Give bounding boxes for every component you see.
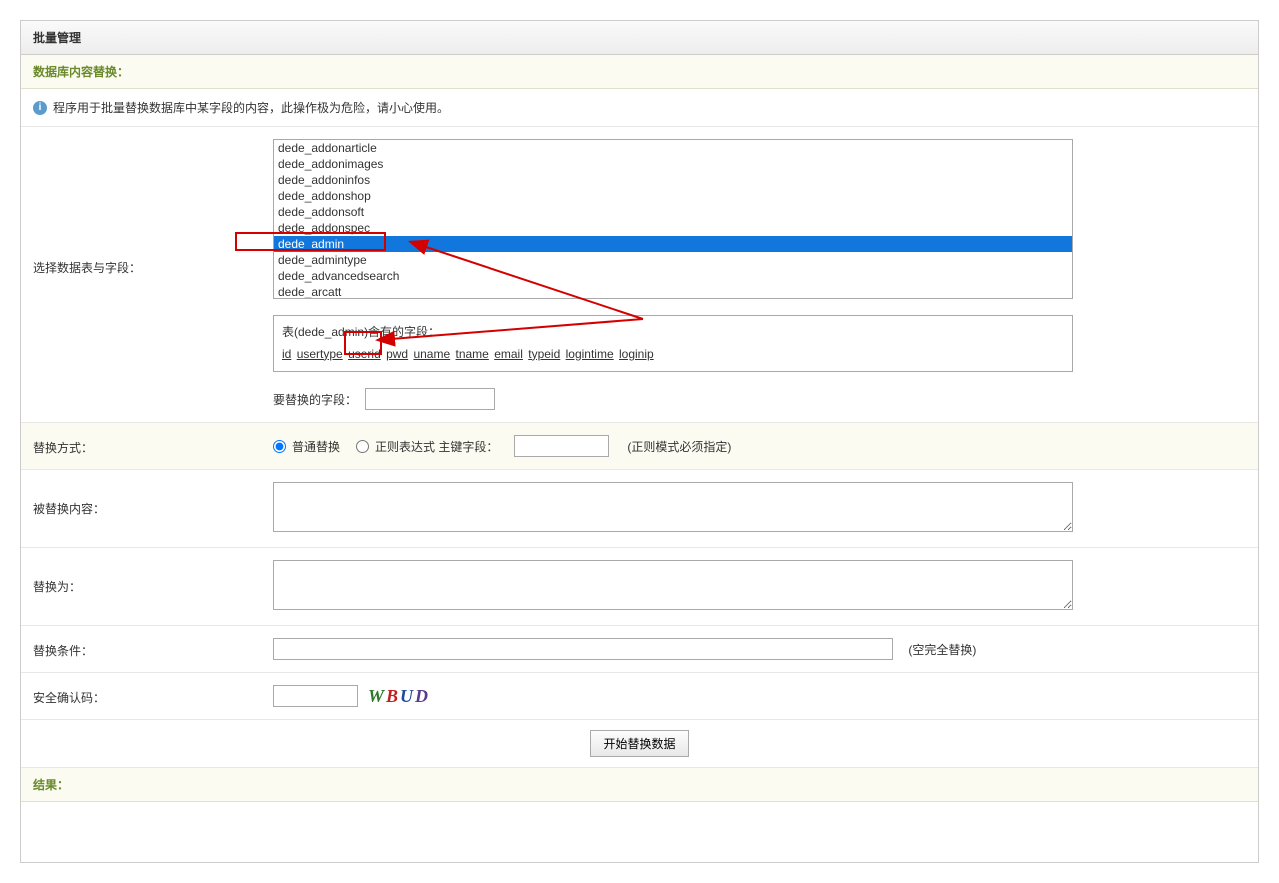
row-submit: 开始替换数据 [21, 720, 1258, 768]
table-option[interactable]: dede_addonspec [274, 220, 1072, 236]
label-replaced-content: 被替换内容： [33, 482, 273, 517]
row-field-to-replace: 要替换的字段： [273, 388, 1246, 410]
col-replaced-content [273, 482, 1246, 535]
table-option[interactable]: dede_addoninfos [274, 172, 1072, 188]
label-select-table: 选择数据表与字段： [33, 139, 273, 276]
field-link[interactable]: logintime [566, 347, 614, 361]
row-captcha: 安全确认码： WBUD [21, 673, 1258, 720]
col-replace-cond: (空完全替换) [273, 638, 1246, 660]
label-replace-cond: 替换条件： [33, 638, 273, 659]
page-title: 批量管理 [21, 21, 1258, 55]
table-option[interactable]: dede_addonarticle [274, 140, 1072, 156]
main-container: 批量管理 数据库内容替换： i 程序用于批量替换数据库中某字段的内容，此操作极为… [20, 20, 1259, 863]
table-option[interactable]: dede_admintype [274, 252, 1072, 268]
note-cond: (空完全替换) [908, 643, 976, 657]
label-captcha: 安全确认码： [33, 685, 273, 706]
table-option[interactable]: dede_addonshop [274, 188, 1072, 204]
radio-normal-replace[interactable] [273, 440, 286, 453]
section-header-replace: 数据库内容替换： [21, 55, 1258, 89]
field-link[interactable]: typeid [528, 347, 560, 361]
table-option[interactable]: dede_addonimages [274, 156, 1072, 172]
info-text: 程序用于批量替换数据库中某字段的内容，此操作极为危险，请小心使用。 [53, 99, 449, 116]
row-select-table: 选择数据表与字段： dede_addonarticledede_addonima… [21, 127, 1258, 423]
table-option[interactable]: dede_advancedsearch [274, 268, 1072, 284]
label-replace-to: 替换为： [33, 560, 273, 595]
col-replace-to [273, 560, 1246, 613]
col-captcha: WBUD [273, 685, 1246, 707]
field-link[interactable]: userid [348, 347, 381, 361]
section-header-text: 数据库内容替换： [33, 65, 129, 79]
textarea-replaced-content[interactable] [273, 482, 1073, 532]
textarea-replace-to[interactable] [273, 560, 1073, 610]
label-replace-method: 替换方式： [33, 435, 273, 456]
field-link[interactable]: usertype [297, 347, 343, 361]
col-replace-method: 普通替换 正则表达式 主键字段： (正则模式必须指定) [273, 435, 1246, 457]
field-link[interactable]: id [282, 347, 291, 361]
field-link[interactable]: loginip [619, 347, 654, 361]
info-row: i 程序用于批量替换数据库中某字段的内容，此操作极为危险，请小心使用。 [21, 89, 1258, 127]
label-normal-replace: 普通替换 [292, 438, 340, 455]
label-field-to-replace: 要替换的字段： [273, 391, 357, 408]
row-replace-cond: 替换条件： (空完全替换) [21, 626, 1258, 673]
input-regex-key[interactable] [514, 435, 609, 457]
section-result-text: 结果： [33, 778, 69, 792]
row-replaced-content: 被替换内容： [21, 470, 1258, 548]
row-replace-to: 替换为： [21, 548, 1258, 626]
input-replace-cond[interactable] [273, 638, 893, 660]
row-replace-method: 替换方式： 普通替换 正则表达式 主键字段： (正则模式必须指定) [21, 423, 1258, 470]
field-link[interactable]: pwd [386, 347, 408, 361]
radio-regex-replace[interactable] [356, 440, 369, 453]
input-field-to-replace[interactable] [365, 388, 495, 410]
note-regex: (正则模式必须指定) [627, 438, 731, 455]
label-regex-replace: 正则表达式 主键字段： [375, 438, 498, 455]
info-icon: i [33, 101, 47, 115]
table-option[interactable]: dede_addonsoft [274, 204, 1072, 220]
field-link[interactable]: tname [456, 347, 489, 361]
field-links: id usertype userid pwd uname tname email… [282, 344, 1064, 366]
table-option[interactable]: dede_admin [274, 236, 1072, 252]
col-select-table: dede_addonarticledede_addonimagesdede_ad… [273, 139, 1246, 410]
result-area [21, 802, 1258, 862]
title-text: 批量管理 [33, 31, 81, 45]
captcha-image[interactable]: WBUD [368, 686, 430, 707]
submit-button[interactable]: 开始替换数据 [590, 730, 688, 757]
field-list-box: 表(dede_admin)含有的字段： id usertype userid p… [273, 315, 1073, 372]
field-list-title: 表(dede_admin)含有的字段： [282, 322, 1064, 344]
table-option[interactable]: dede_arcatt [274, 284, 1072, 299]
table-listbox[interactable]: dede_addonarticledede_addonimagesdede_ad… [273, 139, 1073, 299]
field-link[interactable]: email [494, 347, 523, 361]
input-captcha[interactable] [273, 685, 358, 707]
field-link[interactable]: uname [413, 347, 450, 361]
section-header-result: 结果： [21, 768, 1258, 802]
